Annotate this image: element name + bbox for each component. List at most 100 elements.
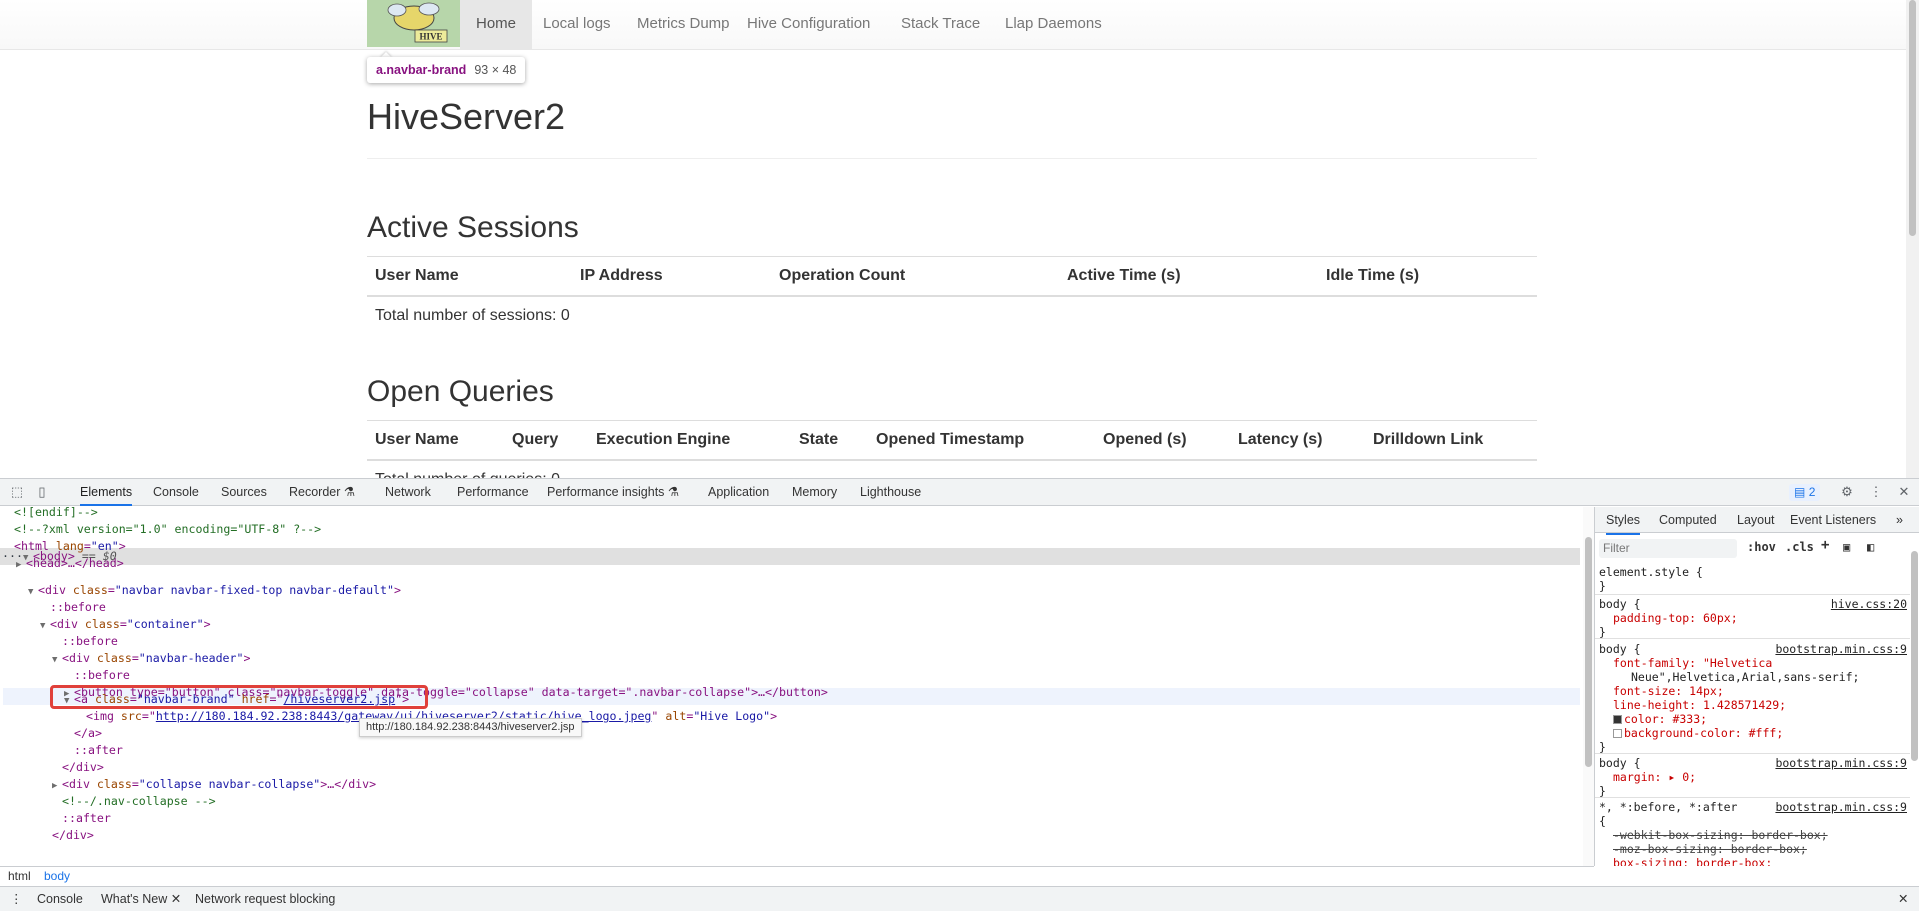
breadcrumb-html[interactable]: html <box>6 867 33 886</box>
new-rule-icon[interactable]: + <box>1821 537 1829 553</box>
active-sessions-table: User Name IP Address Operation Count Act… <box>367 256 1537 335</box>
collapse-triangle-icon[interactable]: ▼ <box>28 584 38 601</box>
dom-attr-value: "navbar navbar-fixed-top navbar-default" <box>114 583 394 597</box>
devtools-tab-sources[interactable]: Sources <box>221 479 267 506</box>
styles-pane-tabs: Styles Computed Layout Event Listeners » <box>1595 507 1919 535</box>
rule-property[interactable]: margin: ▸ 0; <box>1595 770 1910 784</box>
dom-scrollbar-thumb[interactable] <box>1585 537 1592 767</box>
styles-filter-input[interactable]: Filter <box>1599 539 1737 558</box>
drawer-tab-console[interactable]: Console <box>37 887 83 911</box>
close-drawer-icon[interactable]: ✕ <box>1898 887 1908 911</box>
color-swatch[interactable] <box>1613 715 1622 724</box>
table-header-row: User Name IP Address Operation Count Act… <box>367 256 1537 297</box>
more-tabs-icon[interactable]: » <box>1896 507 1903 533</box>
rule-property-overridden[interactable]: -moz-box-sizing: border-box; <box>1595 842 1910 856</box>
devtools-panel: ⬚ ▯ Elements Console Sources Recorder ⚗ … <box>0 478 1919 911</box>
drawer-tab-network-request-blocking[interactable]: Network request blocking <box>195 887 335 911</box>
dom-line-body[interactable]: ···▼ <body> == $0 <box>2 548 117 565</box>
close-tab-icon[interactable]: ✕ <box>171 892 181 906</box>
table-row: Total number of sessions: 0 <box>367 296 1537 335</box>
nav-link-llap-daemons[interactable]: Llap Daemons <box>989 0 1118 50</box>
rule-property-background[interactable]: background-color: #fff; <box>1595 726 1910 740</box>
dom-line[interactable]: ▼ <div class="navbar-header"> <box>52 650 250 667</box>
nav-link-local-logs[interactable]: Local logs <box>527 0 627 50</box>
rule-property[interactable]: box-sizing: border-box; <box>1595 856 1910 866</box>
devtools-tab-performance-insights[interactable]: Performance insights ⚗ <box>547 479 679 506</box>
devtools-tab-application[interactable]: Application <box>708 479 769 506</box>
collapse-triangle-icon[interactable]: ▼ <box>52 652 62 669</box>
dom-tree[interactable]: <![endif]--> <!--?xml version="1.0" enco… <box>0 507 1594 866</box>
column-header: State <box>791 420 868 461</box>
flask-icon: ⚗ <box>667 485 680 499</box>
devtools-tab-performance[interactable]: Performance <box>457 479 529 506</box>
rule-source-link[interactable]: hive.css:20 <box>1831 597 1907 611</box>
dom-line[interactable]: ▼ <div class="navbar navbar-fixed-top nav… <box>28 582 401 599</box>
dom-line[interactable]: ::before <box>62 633 118 650</box>
settings-gear-icon[interactable]: ⚙ <box>1839 484 1855 500</box>
color-swatch[interactable] <box>1613 729 1622 738</box>
dom-line[interactable]: </a> <box>74 725 102 742</box>
queries-total: Total number of queries: 0 <box>367 460 1537 479</box>
rule-property[interactable]: line-height: 1.428571429; <box>1595 698 1910 712</box>
devtools-tab-lighthouse[interactable]: Lighthouse <box>860 479 921 506</box>
tab-layout[interactable]: Layout <box>1737 507 1775 533</box>
dom-line[interactable]: ::after <box>62 810 111 827</box>
drawer-tab-whats-new[interactable]: What's New ✕ <box>101 887 181 911</box>
toggle-sidebar-icon[interactable]: ◧ <box>1867 540 1874 554</box>
rule-source-link[interactable]: bootstrap.min.css:9 <box>1775 756 1907 770</box>
dom-line[interactable]: ▼ <div class="container"> <box>40 616 211 633</box>
issues-badge[interactable]: ▤ 2 <box>1789 484 1821 501</box>
dom-line[interactable]: </div> <box>62 759 104 776</box>
devtools-tab-recorder[interactable]: Recorder ⚗ <box>289 479 355 506</box>
nav-link-metrics-dump[interactable]: Metrics Dump <box>621 0 746 50</box>
close-devtools-icon[interactable]: ✕ <box>1896 484 1912 500</box>
rule-property[interactable]: font-family: "Helvetica <box>1595 656 1910 670</box>
sessions-total: Total number of sessions: 0 <box>375 306 570 324</box>
devtools-tab-memory[interactable]: Memory <box>792 479 837 506</box>
devtools-tab-elements[interactable]: Elements <box>80 479 133 506</box>
devtools-tab-network[interactable]: Network <box>385 479 431 506</box>
breadcrumb-body[interactable]: body <box>42 867 72 886</box>
tab-styles[interactable]: Styles <box>1606 507 1641 535</box>
rule-property-color[interactable]: color: #333; <box>1595 712 1910 726</box>
rule-property-overridden[interactable]: -webkit-box-sizing: border-box; <box>1595 828 1910 842</box>
tab-event-listeners[interactable]: Event Listeners <box>1790 507 1876 533</box>
drawer-menu-icon[interactable]: ⋮ <box>10 887 23 911</box>
class-toggle[interactable]: .cls <box>1785 540 1814 554</box>
column-header: IP Address <box>572 256 771 297</box>
collapse-triangle-icon[interactable]: ▼ <box>23 550 33 567</box>
expand-triangle-icon[interactable]: ▶ <box>52 778 62 795</box>
dom-line[interactable]: ::before <box>74 667 130 684</box>
dom-attr: class <box>96 651 132 665</box>
dom-line[interactable]: ::before <box>50 599 106 616</box>
dom-line[interactable]: <!--?xml version="1.0" encoding="UTF-8" … <box>14 521 321 538</box>
more-options-icon[interactable]: ⋮ <box>1868 484 1884 500</box>
dom-attr: src <box>120 709 142 723</box>
rule-source-link[interactable]: bootstrap.min.css:9 <box>1775 800 1907 814</box>
nav-link-hive-configuration[interactable]: Hive Configuration <box>731 0 886 50</box>
devtools-tab-console[interactable]: Console <box>153 479 199 506</box>
hover-state-toggle[interactable]: :hov <box>1747 540 1776 554</box>
dom-line[interactable]: ::after <box>74 742 123 759</box>
dom-line[interactable]: </div> <box>52 827 94 844</box>
dom-line[interactable]: ▶ <div class="collapse navbar-collapse">…… <box>52 776 376 793</box>
dom-attr-value: "container" <box>126 617 204 631</box>
tab-computed[interactable]: Computed <box>1659 507 1717 533</box>
hive-logo[interactable]: HIVE <box>367 0 461 47</box>
device-toolbar-icon[interactable]: ▯ <box>34 484 50 500</box>
column-header: Operation Count <box>771 256 1059 297</box>
page-scrollbar-thumb[interactable] <box>1909 0 1916 236</box>
nav-link-stack-trace[interactable]: Stack Trace <box>885 0 996 50</box>
inspect-element-icon[interactable]: ⬚ <box>9 484 25 500</box>
styles-scrollbar-thumb[interactable] <box>1911 551 1918 761</box>
page-viewport: HIVE Home Local logs Metrics Dump Hive C… <box>0 0 1919 478</box>
nav-link-home[interactable]: Home <box>460 0 533 50</box>
collapse-triangle-icon[interactable]: ▼ <box>40 618 50 635</box>
rule-property[interactable]: font-size: 14px; <box>1595 684 1910 698</box>
rule-property[interactable]: padding-top: 60px; <box>1595 611 1910 625</box>
dom-line[interactable]: <!--/.nav-collapse --> <box>62 793 216 810</box>
paint-icon[interactable]: ▣ <box>1843 540 1850 554</box>
rule-source-link[interactable]: bootstrap.min.css:9 <box>1775 642 1907 656</box>
dom-tag: <body> <box>32 549 75 563</box>
dom-line[interactable]: <![endif]--> <box>14 507 98 521</box>
